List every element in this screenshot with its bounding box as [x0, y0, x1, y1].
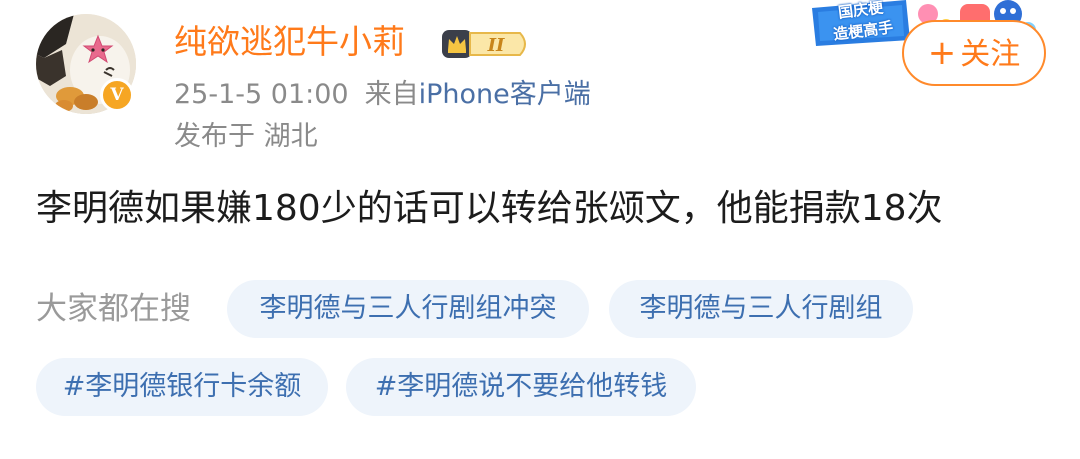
hot-search-tag[interactable]: 李明德与三人行剧组冲突: [227, 280, 589, 338]
post-text: 李明德如果嫌180少的话可以转给张颂文，他能捐款18次: [36, 188, 943, 229]
post-time: 25-1-5 01:00: [174, 79, 349, 110]
post-location: 发布于 湖北: [174, 121, 318, 152]
hot-search-tag[interactable]: #李明德银行卡余额: [36, 358, 328, 416]
verified-badge-icon: V: [100, 78, 134, 112]
level-badge-label: II: [487, 35, 505, 56]
post-source-link[interactable]: iPhone客户端: [419, 79, 591, 110]
hot-search-tag[interactable]: 李明德与三人行剧组: [609, 280, 913, 338]
from-prefix: 来自: [364, 79, 419, 110]
hot-search-label: 大家都在搜: [36, 291, 191, 327]
follow-button-label: 关注: [960, 37, 1021, 72]
post-meta: 25-1-5 01:00 来自iPhone客户端: [174, 76, 591, 114]
crown-icon: [442, 30, 472, 58]
hot-search-tag[interactable]: #李明德说不要给他转钱: [346, 358, 696, 416]
username[interactable]: 纯欲逃犯牛小莉: [174, 18, 405, 66]
plus-icon: +: [927, 33, 957, 73]
level-badge[interactable]: II: [440, 26, 534, 62]
follow-button[interactable]: + 关注: [902, 20, 1046, 86]
